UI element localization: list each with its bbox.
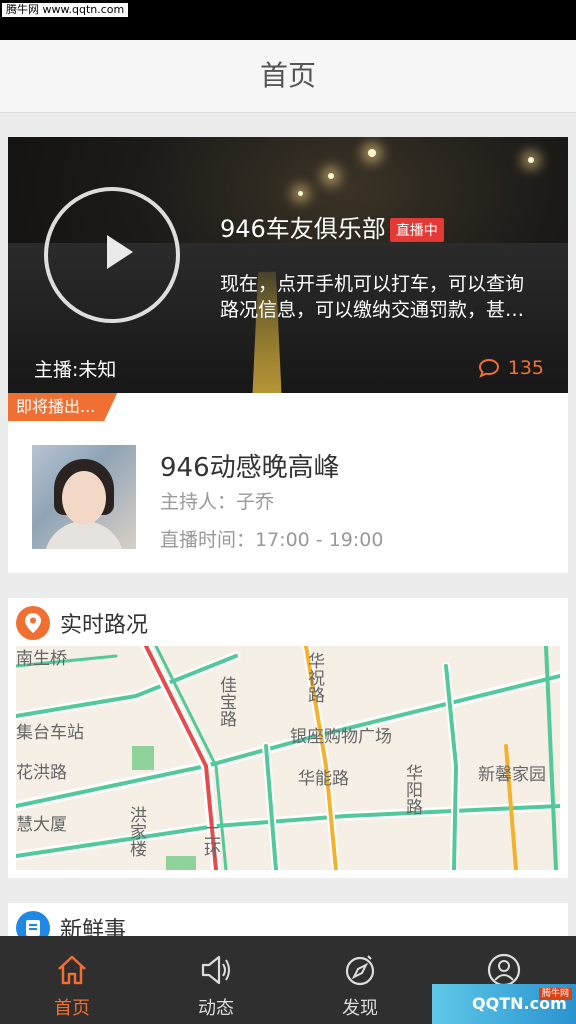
watermark-top: 腾牛网 www.qqtn.com [2,3,129,17]
program-host: 主持人：子乔 [160,491,275,513]
app-header: 首页 [0,40,576,113]
map-label: 佳宝路 [216,676,236,727]
user-icon [487,953,521,987]
nav-label: 动态 [198,998,234,1019]
traffic-card: 实时路况 南生桥 集台车站 佳宝路 华祝路 银座购物广场 花洪路 华能路 华阳路… [8,598,568,878]
program-title[interactable]: 946动感晚高峰 [160,447,340,484]
map-label: 二环 [200,824,220,858]
map-label: 新馨家园 [478,765,546,785]
live-host: 主播:未知 [34,359,117,381]
compass-icon [345,955,375,986]
map-label: 华祝路 [304,652,324,703]
program-time: 直播时间：17:00 - 19:00 [160,529,384,551]
program-avatar[interactable] [32,445,136,549]
map-label: 集台车站 [16,723,84,743]
map-roads [16,646,560,870]
map-label: 花洪路 [16,763,67,783]
map-label: 慧大厦 [16,815,67,835]
play-button[interactable] [44,187,180,323]
nav-dynamics[interactable]: 动态 [144,936,288,1024]
nav-label: 发现 [342,998,378,1019]
live-badge: 直播中 [389,218,444,242]
play-icon [107,235,133,269]
comment-count[interactable]: 135 [478,357,544,379]
live-description: 现在，点开手机可以打车，可以查询 路况信息，可以缴纳交通罚款，甚… [220,271,556,323]
comment-icon [478,358,499,378]
map-label: 洪家楼 [126,806,146,857]
map-label: 华阳路 [402,764,422,815]
map-label: 南生桥 [16,649,67,669]
comment-count-value: 135 [507,357,544,379]
live-description-line: 路况信息，可以缴纳交通罚款，甚… [220,299,525,321]
status-bar: 腾牛网 www.qqtn.com [0,0,576,40]
upcoming-tag: 即将播出... [8,393,118,421]
live-card: 946车友俱乐部 直播中 现在，点开手机可以打车，可以查询 路况信息，可以缴纳交通… [8,137,568,573]
street-light [328,173,334,179]
live-title-row: 946车友俱乐部 直播中 [220,209,444,244]
live-banner-image[interactable]: 946车友俱乐部 直播中 现在，点开手机可以打车，可以查询 路况信息，可以缴纳交通… [8,137,568,393]
live-title: 946车友俱乐部 [220,215,386,243]
nav-label: 首页 [54,998,90,1019]
avatar-body [44,521,124,549]
map-label: 华能路 [298,769,349,789]
avatar-face [62,471,106,525]
street-light [368,149,376,157]
street-light [528,157,534,163]
nav-discover[interactable]: 发现 [288,936,432,1024]
location-pin-icon [16,606,50,640]
map-label: 银座购物广场 [290,727,392,747]
traffic-header: 实时路况 [16,606,148,640]
street-light [298,191,303,196]
watermark-bottom-small: 腾牛网 [538,988,572,1000]
traffic-title: 实时路况 [60,613,149,638]
live-description-line: 现在，点开手机可以打车，可以查询 [220,273,525,295]
page-title: 首页 [259,59,316,92]
nav-home[interactable]: 首页 [0,936,144,1024]
traffic-map[interactable]: 南生桥 集台车站 佳宝路 华祝路 银座购物广场 花洪路 华能路 华阳路 新馨家园… [16,646,560,870]
home-icon [58,955,86,985]
watermark-bottom: QQTN.com 腾牛网 [432,984,576,1024]
speaker-icon [201,955,230,985]
